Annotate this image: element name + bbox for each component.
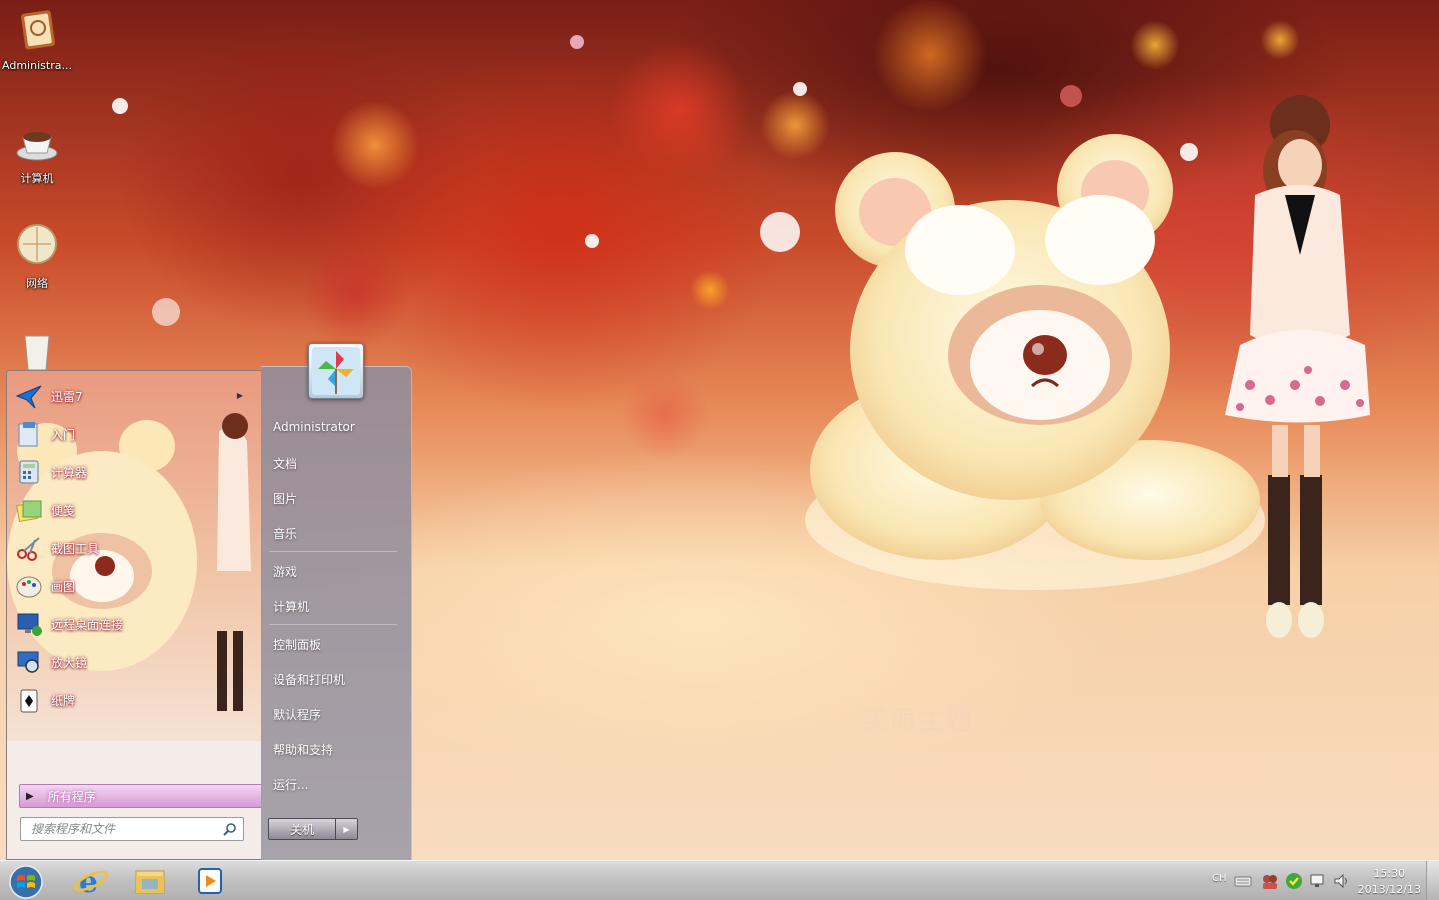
show-desktop-button[interactable]	[1426, 861, 1439, 900]
security-shield-icon[interactable]	[1285, 872, 1303, 890]
program-label: 计算器	[51, 465, 88, 480]
snowflake	[585, 234, 599, 248]
pinwheel-icon	[312, 347, 360, 395]
snowflake	[760, 212, 800, 252]
user-avatars-icon[interactable]	[1261, 872, 1279, 890]
place-item-default-programs[interactable]: 默认程序	[273, 706, 321, 723]
remote-desktop-icon	[17, 613, 42, 636]
start-menu-programs-pane: 迅雷7 ▶ 入门 计算器 便笺 截图工具 画图 远程桌面连接 放大镜 纸牌 ▶ …	[6, 370, 262, 860]
snowflake	[570, 35, 584, 49]
start-menu: 迅雷7 ▶ 入门 计算器 便笺 截图工具 画图 远程桌面连接 放大镜 纸牌 ▶ …	[0, 366, 412, 862]
calculator-icon	[19, 460, 39, 484]
program-item-calculator[interactable]: 计算器	[15, 455, 255, 489]
search-input[interactable]	[29, 821, 223, 837]
svg-text:e: e	[79, 865, 98, 899]
program-item-magnifier[interactable]: 放大镜	[15, 645, 255, 679]
start-menu-places-pane: Administrator 文档 图片 音乐 游戏 计算机 控制面板 设备和打印…	[261, 366, 412, 862]
thunder-bird-icon	[15, 385, 42, 409]
shutdown-options-arrow-icon[interactable]: ▶	[336, 819, 357, 839]
wallpaper-watermark: 美丽主题	[862, 706, 975, 736]
magnifier-icon	[17, 651, 39, 673]
place-item-help-support[interactable]: 帮助和支持	[273, 741, 333, 758]
clock-date: 2013/12/13	[1357, 883, 1421, 896]
desktop-icon-network[interactable]: 网络	[0, 222, 74, 291]
submenu-arrow-icon: ▶	[236, 391, 243, 400]
shutdown-button[interactable]: 关机	[269, 819, 336, 839]
places-separator	[269, 551, 397, 552]
computer-icon	[16, 132, 58, 161]
all-programs-label: 所有程序	[47, 789, 96, 804]
triangle-right-icon: ▶	[26, 790, 34, 802]
paint-icon	[16, 576, 42, 598]
solitaire-icon	[20, 689, 38, 713]
program-label: 入门	[51, 427, 76, 442]
program-label: 画图	[51, 579, 76, 594]
bokeh-light	[610, 40, 750, 180]
bokeh-light	[1130, 20, 1180, 70]
girl-illustration	[1225, 95, 1370, 638]
snowflake	[152, 298, 180, 326]
place-item-control-panel[interactable]: 控制面板	[273, 636, 321, 653]
program-item-getting-started[interactable]: 入门	[15, 417, 255, 451]
user-folder-icon	[21, 10, 55, 50]
program-label: 放大镜	[51, 655, 88, 670]
desktop-icon-label: 计算机	[20, 172, 54, 185]
place-item-run[interactable]: 运行...	[273, 776, 308, 793]
place-item-administrator[interactable]: Administrator	[273, 420, 355, 434]
getting-started-icon	[18, 422, 38, 447]
program-label: 迅雷7	[51, 389, 83, 404]
file-explorer-icon[interactable]	[130, 863, 170, 899]
keyboard-icon[interactable]	[1234, 872, 1252, 890]
program-item-snipping-tool[interactable]: 截图工具	[15, 531, 255, 565]
place-item-music[interactable]: 音乐	[273, 525, 297, 542]
internet-explorer-icon[interactable]: e	[70, 863, 110, 899]
program-label: 截图工具	[51, 541, 100, 556]
network-tray-icon[interactable]	[1309, 872, 1327, 890]
sticky-notes-icon	[16, 500, 42, 523]
snowflake	[793, 82, 807, 96]
bokeh-light	[690, 270, 730, 310]
place-item-pictures[interactable]: 图片	[273, 490, 297, 507]
snipping-tool-icon	[17, 537, 40, 561]
program-item-paint[interactable]: 画图	[15, 569, 255, 603]
program-label: 纸牌	[51, 693, 76, 708]
start-search-box[interactable]	[20, 817, 244, 841]
snowflake	[1060, 85, 1082, 107]
program-item-solitaire[interactable]: 纸牌	[15, 683, 255, 717]
bokeh-light	[870, 0, 990, 110]
input-language-indicator[interactable]: CH	[1212, 873, 1227, 884]
desktop-icon-label: Administra...	[2, 59, 72, 72]
bokeh-light	[330, 100, 420, 190]
taskbar: e CH 15:30 2013/12/13	[0, 860, 1439, 900]
bokeh-light	[300, 240, 410, 350]
places-separator	[269, 624, 397, 625]
place-item-computer[interactable]: 计算机	[273, 598, 309, 615]
desktop-icon-label: 网络	[26, 277, 48, 290]
media-player-icon[interactable]	[190, 863, 230, 899]
program-item-thunder[interactable]: 迅雷7 ▶	[15, 379, 255, 413]
desktop-icon-administrator[interactable]: Administra...	[0, 6, 74, 72]
program-label: 远程桌面连接	[51, 617, 124, 632]
place-item-documents[interactable]: 文档	[273, 455, 297, 472]
bokeh-light	[1260, 20, 1300, 60]
network-icon	[17, 224, 57, 264]
program-item-remote-desktop[interactable]: 远程桌面连接	[15, 607, 255, 641]
search-icon[interactable]	[223, 822, 237, 836]
program-item-sticky-notes[interactable]: 便笺	[15, 493, 255, 527]
windows-start-orb-icon[interactable]	[6, 863, 46, 899]
clock-time: 15:30	[1373, 867, 1406, 880]
shutdown-control: 关机 ▶	[268, 818, 358, 840]
system-clock[interactable]: 15:30 2013/12/13	[1358, 866, 1421, 898]
user-account-picture[interactable]	[308, 343, 364, 399]
snowflake	[112, 98, 128, 114]
place-item-games[interactable]: 游戏	[273, 563, 297, 580]
place-item-devices-printers[interactable]: 设备和打印机	[273, 671, 345, 688]
program-label: 便笺	[51, 503, 76, 518]
desktop-icon-computer[interactable]: 计算机	[0, 117, 74, 186]
all-programs-button[interactable]: ▶ 所有程序	[19, 784, 261, 808]
bokeh-light	[620, 370, 710, 460]
volume-icon[interactable]	[1333, 872, 1351, 890]
